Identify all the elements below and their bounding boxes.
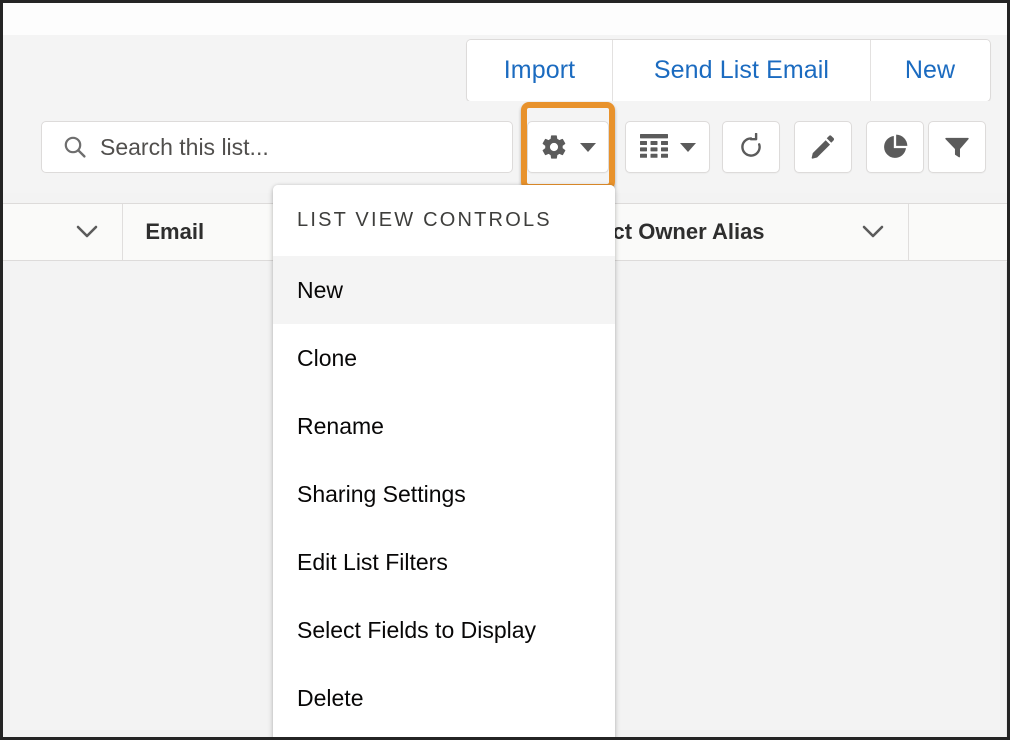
global-actions-button-group: Import Send List Email New — [466, 39, 991, 102]
search-this-list-box[interactable] — [41, 121, 513, 173]
column-header-account-owner-alias[interactable]: ct Owner Alias — [590, 204, 909, 260]
menu-item-rename[interactable]: Rename — [273, 392, 615, 460]
pie-chart-icon — [881, 133, 909, 161]
edit-button[interactable] — [794, 121, 852, 173]
pencil-icon — [809, 133, 837, 161]
chevron-down-icon — [679, 142, 696, 152]
menu-item-select-fields-to-display[interactable]: Select Fields to Display — [273, 596, 615, 664]
charts-button[interactable] — [866, 121, 924, 173]
menu-item-sharing-settings[interactable]: Sharing Settings — [273, 460, 615, 528]
column-header-last[interactable] — [908, 204, 1007, 260]
import-button[interactable]: Import — [467, 40, 613, 101]
send-list-email-button[interactable]: Send List Email — [613, 40, 871, 101]
menu-item-delete[interactable]: Delete — [273, 664, 615, 732]
column-header-email-label: Email — [145, 219, 205, 244]
chevron-down-icon — [74, 223, 100, 241]
list-view-controls-menu-title: LIST VIEW CONTROLS — [273, 185, 615, 256]
display-as-button[interactable] — [625, 121, 710, 173]
table-icon — [639, 134, 668, 160]
column-header-account-owner-alias-label: ct Owner Alias — [612, 219, 765, 244]
menu-item-new[interactable]: New — [273, 256, 615, 324]
menu-item-clone[interactable]: Clone — [273, 324, 615, 392]
refresh-icon — [737, 133, 765, 161]
gear-button-highlight-annotation — [521, 102, 615, 190]
column-header-first[interactable] — [3, 204, 124, 260]
filter-button[interactable] — [928, 121, 986, 173]
list-view-controls-menu: LIST VIEW CONTROLS New Clone Rename Shar… — [273, 185, 615, 737]
search-icon — [62, 134, 88, 160]
search-input[interactable] — [100, 133, 512, 161]
chevron-down-icon — [860, 223, 908, 241]
refresh-button[interactable] — [722, 121, 780, 173]
new-record-button[interactable]: New — [871, 40, 989, 101]
menu-item-edit-list-filters[interactable]: Edit List Filters — [273, 528, 615, 596]
funnel-icon — [943, 133, 971, 161]
top-white-strip — [3, 3, 1007, 35]
app-window: Import Send List Email New Search this l… — [0, 0, 1010, 740]
